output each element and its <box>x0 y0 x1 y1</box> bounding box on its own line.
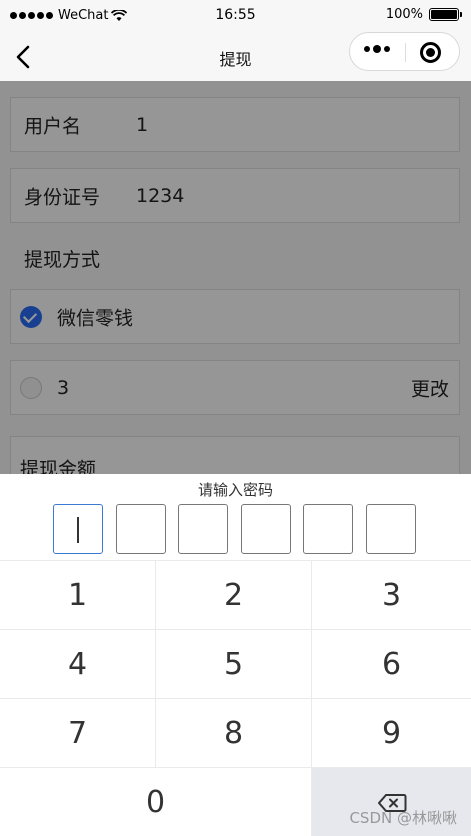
watermark: CSDN @林啾啾 <box>349 809 457 827</box>
numeric-keypad: 1 2 3 4 5 6 7 8 9 0 <box>0 560 471 836</box>
password-keyboard-panel: 请输入密码 1 2 3 4 5 6 7 8 9 0 CSDN @林啾啾 <box>0 474 471 836</box>
key-3[interactable]: 3 <box>312 561 471 630</box>
key-7[interactable]: 7 <box>0 699 156 768</box>
text-cursor <box>77 517 79 543</box>
mini-program-capsule <box>349 32 460 71</box>
battery-area: 100% <box>385 7 462 22</box>
key-5[interactable]: 5 <box>156 630 312 699</box>
password-digit-box[interactable] <box>178 504 228 554</box>
modal-mask[interactable] <box>0 81 471 474</box>
key-1[interactable]: 1 <box>0 561 156 630</box>
key-9[interactable]: 9 <box>312 699 471 768</box>
password-digit-box[interactable] <box>53 504 103 554</box>
navigation-bar: 提现 <box>0 32 471 81</box>
key-2[interactable]: 2 <box>156 561 312 630</box>
more-options-icon[interactable] <box>364 45 390 53</box>
battery-percent: 100% <box>385 7 423 22</box>
key-4[interactable]: 4 <box>0 630 156 699</box>
capsule-divider <box>405 43 406 62</box>
password-digit-box[interactable] <box>116 504 166 554</box>
close-mini-program-icon[interactable] <box>420 42 441 63</box>
key-8[interactable]: 8 <box>156 699 312 768</box>
key-6[interactable]: 6 <box>312 630 471 699</box>
key-0[interactable]: 0 <box>0 768 312 836</box>
password-digit-box[interactable] <box>303 504 353 554</box>
battery-icon <box>429 8 462 21</box>
password-digit-box[interactable] <box>241 504 291 554</box>
status-bar: WeChat 16:55 100% <box>0 0 471 32</box>
password-digit-box[interactable] <box>366 504 416 554</box>
password-prompt: 请输入密码 <box>197 481 273 499</box>
